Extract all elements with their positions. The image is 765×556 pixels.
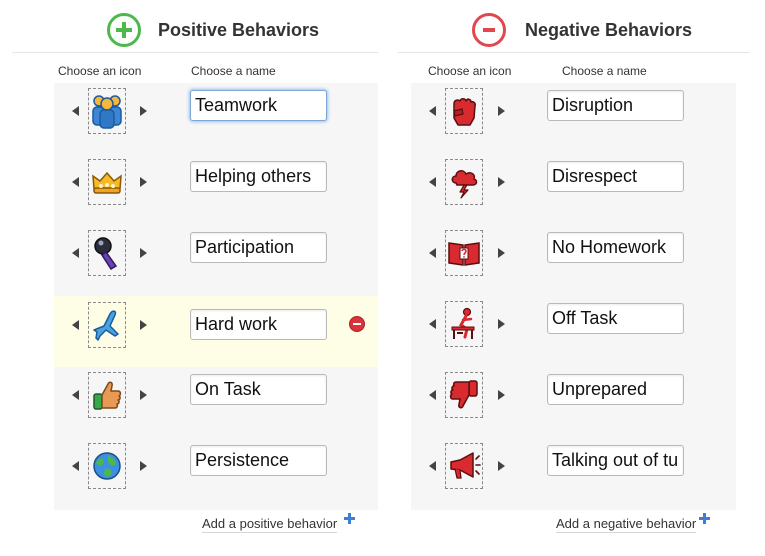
next-icon-arrow[interactable]: [136, 241, 150, 265]
previous-icon-arrow[interactable]: [425, 99, 439, 123]
microphone-icon[interactable]: [88, 230, 126, 276]
next-icon-arrow[interactable]: [494, 312, 508, 336]
storm-cloud-icon[interactable]: [445, 159, 483, 205]
person-at-desk-icon[interactable]: [445, 301, 483, 347]
divider: [398, 52, 750, 53]
minus-circle-icon: [472, 13, 506, 47]
add-negative-behavior-link[interactable]: Add a negative behavior: [556, 516, 697, 533]
plus-circle-icon: [107, 13, 141, 47]
behavior-row: [411, 431, 736, 502]
previous-icon-arrow[interactable]: [425, 312, 439, 336]
next-icon-arrow[interactable]: [494, 383, 508, 407]
next-icon-arrow[interactable]: [136, 99, 150, 123]
add-plus-icon[interactable]: [698, 512, 711, 525]
behavior-name-input[interactable]: [190, 309, 327, 340]
negative-header: Negative Behaviors: [398, 10, 765, 50]
behavior-row: [411, 218, 736, 289]
teamwork-people-icon[interactable]: [88, 88, 126, 134]
next-icon-arrow[interactable]: [136, 454, 150, 478]
previous-icon-arrow[interactable]: [68, 99, 82, 123]
next-icon-arrow[interactable]: [494, 99, 508, 123]
previous-icon-arrow[interactable]: [68, 241, 82, 265]
positive-behaviors-panel: Positive Behaviors Choose an icon Choose…: [0, 0, 380, 556]
behavior-name-input[interactable]: [190, 161, 327, 192]
next-icon-arrow[interactable]: [136, 170, 150, 194]
fist-icon[interactable]: [445, 88, 483, 134]
thumbs-down-icon[interactable]: [445, 372, 483, 418]
behavior-row: [54, 296, 378, 367]
add-positive-behavior-link[interactable]: Add a positive behavior: [202, 516, 338, 533]
behavior-name-input[interactable]: [547, 374, 684, 405]
behavior-row: [411, 360, 736, 431]
thumbs-up-icon[interactable]: [88, 372, 126, 418]
crown-icon[interactable]: [88, 159, 126, 205]
behavior-row: [54, 76, 378, 147]
behavior-row: [411, 289, 736, 360]
behavior-row: [411, 147, 736, 218]
behavior-row: [54, 360, 378, 431]
next-icon-arrow[interactable]: [136, 383, 150, 407]
previous-icon-arrow[interactable]: [425, 383, 439, 407]
divider: [12, 52, 378, 53]
previous-icon-arrow[interactable]: [425, 454, 439, 478]
negative-behaviors-panel: Negative Behaviors Choose an icon Choose…: [398, 0, 765, 556]
next-icon-arrow[interactable]: [494, 170, 508, 194]
positive-header: Positive Behaviors: [0, 10, 380, 50]
previous-icon-arrow[interactable]: [425, 170, 439, 194]
behavior-name-input[interactable]: [547, 445, 684, 476]
behavior-name-input[interactable]: [547, 232, 684, 263]
behavior-name-input[interactable]: [547, 90, 684, 121]
megaphone-icon[interactable]: [445, 443, 483, 489]
behavior-name-input[interactable]: [190, 90, 327, 121]
negative-title: Negative Behaviors: [525, 20, 693, 40]
behavior-name-input[interactable]: [190, 232, 327, 263]
globe-icon[interactable]: [88, 443, 126, 489]
previous-icon-arrow[interactable]: [425, 241, 439, 265]
positive-title: Positive Behaviors: [158, 20, 320, 40]
next-icon-arrow[interactable]: [494, 454, 508, 478]
add-plus-icon[interactable]: [343, 512, 356, 525]
previous-icon-arrow[interactable]: [68, 313, 82, 337]
previous-icon-arrow[interactable]: [68, 383, 82, 407]
behavior-row: [54, 431, 378, 502]
behavior-name-input[interactable]: [547, 161, 684, 192]
next-icon-arrow[interactable]: [494, 241, 508, 265]
behavior-row: [411, 76, 736, 147]
remove-behavior-button[interactable]: [349, 316, 365, 332]
behavior-name-input[interactable]: [190, 374, 327, 405]
previous-icon-arrow[interactable]: [68, 170, 82, 194]
previous-icon-arrow[interactable]: [68, 454, 82, 478]
next-icon-arrow[interactable]: [136, 313, 150, 337]
behavior-name-input[interactable]: [547, 303, 684, 334]
behavior-row: [54, 147, 378, 218]
airplane-icon[interactable]: [88, 302, 126, 348]
behavior-name-input[interactable]: [190, 445, 327, 476]
behavior-row: [54, 218, 378, 289]
question-book-icon[interactable]: [445, 230, 483, 276]
